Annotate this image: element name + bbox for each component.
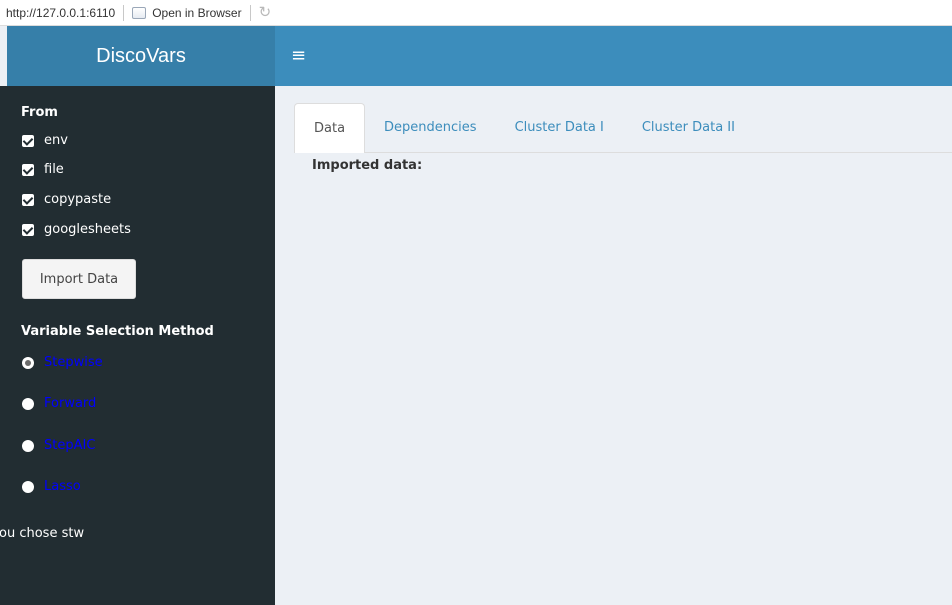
source-checkbox-file[interactable]: file	[22, 162, 64, 177]
tab-cluster-data-ii[interactable]: Cluster Data II	[623, 102, 754, 152]
app-title: DiscoVars	[96, 44, 186, 67]
checkbox-checked-icon[interactable]	[22, 134, 34, 147]
method-option-label: StepAIC	[44, 438, 96, 453]
tab-dependencies[interactable]: Dependencies	[365, 102, 496, 152]
source-label: file	[44, 162, 64, 177]
method-radio-forward[interactable]: Forward	[22, 396, 96, 411]
tabset: Data Dependencies Cluster Data I Cluster…	[294, 103, 952, 153]
radio-icon[interactable]	[22, 480, 34, 493]
sidebar: From env file copypaste googlesheets Imp…	[0, 86, 275, 605]
source-label: env	[44, 133, 68, 148]
source-checkbox-copypaste[interactable]: copypaste	[22, 192, 111, 207]
imported-data-label: Imported data:	[312, 158, 423, 173]
checkbox-checked-icon[interactable]	[22, 193, 34, 206]
radio-icon[interactable]	[22, 439, 34, 452]
from-label: From	[21, 105, 58, 120]
method-label: Variable Selection Method	[21, 324, 214, 339]
import-data-button[interactable]: Import Data	[22, 259, 136, 299]
method-option-label: Stepwise	[44, 355, 103, 370]
open-in-browser-button[interactable]: Open in Browser	[132, 5, 242, 20]
source-label: copypaste	[44, 192, 112, 207]
tab-cluster-data-i[interactable]: Cluster Data I	[496, 102, 623, 152]
selection-output-text: ou chose stw	[0, 526, 85, 541]
document-icon	[132, 6, 147, 19]
method-radio-stepwise[interactable]: Stepwise	[22, 355, 103, 370]
toolbar-divider	[123, 4, 125, 21]
url-text: http://127.0.0.1:6110	[6, 5, 116, 20]
radio-selected-icon[interactable]	[22, 356, 34, 369]
source-label: googlesheets	[44, 222, 131, 237]
open-in-browser-label: Open in Browser	[152, 5, 242, 20]
top-navbar: ≡	[275, 26, 952, 86]
tab-data[interactable]: Data	[294, 103, 366, 153]
refresh-icon[interactable]: ↻	[259, 5, 272, 20]
checkbox-checked-icon[interactable]	[22, 163, 34, 176]
app-logo[interactable]: DiscoVars	[7, 26, 275, 86]
method-radio-lasso[interactable]: Lasso	[22, 479, 81, 494]
browser-toolbar: http://127.0.0.1:6110 Open in Browser ↻	[0, 0, 952, 26]
source-checkbox-googlesheets[interactable]: googlesheets	[22, 222, 131, 237]
toolbar-divider	[249, 4, 251, 21]
method-option-label: Lasso	[44, 479, 81, 494]
checkbox-checked-icon[interactable]	[22, 223, 34, 236]
source-checkbox-env[interactable]: env	[22, 133, 68, 148]
hamburger-icon[interactable]: ≡	[291, 47, 306, 65]
method-option-label: Forward	[44, 396, 97, 411]
radio-icon[interactable]	[22, 397, 34, 410]
method-radio-stepaic[interactable]: StepAIC	[22, 438, 95, 453]
